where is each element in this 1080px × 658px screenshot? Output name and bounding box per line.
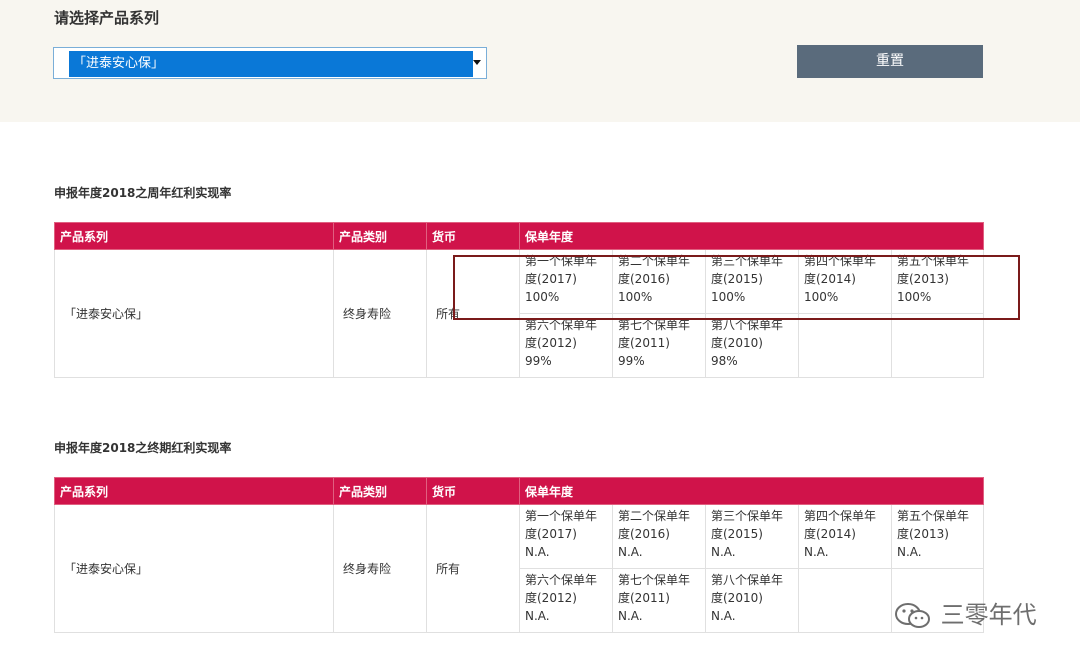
table-header-row: 产品系列 产品类别 货币 保单年度 (54, 222, 985, 250)
policy-year-cell: 第六个保单年 度(2012) N.A. (519, 568, 613, 633)
terminal-dividend-title: 申报年度2018之终期红利实现率 (54, 441, 232, 455)
empty-cell (798, 568, 892, 633)
table-row: 「进泰安心保」 终身寿险 所有 第一个保单年 度(2017) 100% 第二个保单年… (54, 249, 985, 378)
policy-year-cell: 第二个保单年 度(2016) N.A. (612, 504, 706, 569)
watermark-text: 三零年代 (940, 601, 1037, 629)
chevron-down-icon (473, 60, 481, 65)
annual-dividend-table: 产品系列 产品类别 货币 保单年度 「进泰安心保」 终身寿险 所有 第一个保单年… (54, 222, 985, 378)
policy-year-cell: 第七个保单年 度(2011) 99% (612, 313, 706, 378)
currency-cell: 所有 (426, 249, 520, 378)
col-header-policy-year: 保单年度 (518, 477, 985, 505)
col-header-series: 产品系列 (54, 222, 334, 250)
policy-year-cell: 第一个保单年 度(2017) N.A. (519, 504, 613, 569)
policy-year-cell: 第四个保单年 度(2014) 100% (798, 249, 892, 314)
table-header-row: 产品系列 产品类别 货币 保单年度 (54, 477, 985, 505)
col-header-category: 产品类别 (333, 477, 427, 505)
col-header-category: 产品类别 (333, 222, 427, 250)
empty-cell (798, 313, 892, 378)
annual-dividend-title: 申报年度2018之周年红利实现率 (54, 186, 232, 200)
col-header-currency: 货币 (426, 222, 520, 250)
policy-year-cell: 第三个保单年 度(2015) 100% (705, 249, 799, 314)
product-series-dropdown[interactable]: 「进泰安心保」 (53, 47, 487, 79)
watermark: 三零年代 (893, 595, 1037, 631)
policy-year-cell: 第一个保单年 度(2017) 100% (519, 249, 613, 314)
terminal-dividend-table: 产品系列 产品类别 货币 保单年度 「进泰安心保」 终身寿险 所有 第一个保单年… (54, 477, 985, 633)
wechat-icon (895, 603, 930, 628)
policy-year-cell: 第五个保单年 度(2013) 100% (890, 249, 985, 314)
table-row: 「进泰安心保」 终身寿险 所有 第一个保单年 度(2017) N.A. 第二个保单年… (54, 504, 985, 633)
reset-button[interactable]: 重置 (797, 45, 983, 78)
dropdown-selected-value: 「进泰安心保」 (69, 51, 473, 77)
policy-year-cell: 第三个保单年 度(2015) N.A. (705, 504, 799, 569)
policy-year-cell: 第七个保单年 度(2011) N.A. (612, 568, 706, 633)
policy-year-cell: 第六个保单年 度(2012) 99% (519, 313, 613, 378)
col-header-series: 产品系列 (54, 477, 334, 505)
col-header-policy-year: 保单年度 (518, 222, 985, 250)
product-category-cell: 终身寿险 (333, 504, 427, 633)
policy-year-cell: 第四个保单年 度(2014) N.A. (798, 504, 892, 569)
policy-year-cell: 第二个保单年 度(2016) 100% (612, 249, 706, 314)
policy-year-cell: 第五个保单年 度(2013) N.A. (890, 504, 985, 569)
product-series-cell: 「进泰安心保」 (54, 504, 334, 633)
currency-cell: 所有 (426, 504, 520, 633)
policy-year-cell: 第八个保单年 度(2010) N.A. (705, 568, 799, 633)
col-header-currency: 货币 (426, 477, 520, 505)
product-series-cell: 「进泰安心保」 (54, 249, 334, 378)
policy-year-cell: 第八个保单年 度(2010) 98% (705, 313, 799, 378)
empty-cell (890, 313, 985, 378)
product-series-label: 请选择产品系列 (54, 9, 160, 27)
product-category-cell: 终身寿险 (333, 249, 427, 378)
